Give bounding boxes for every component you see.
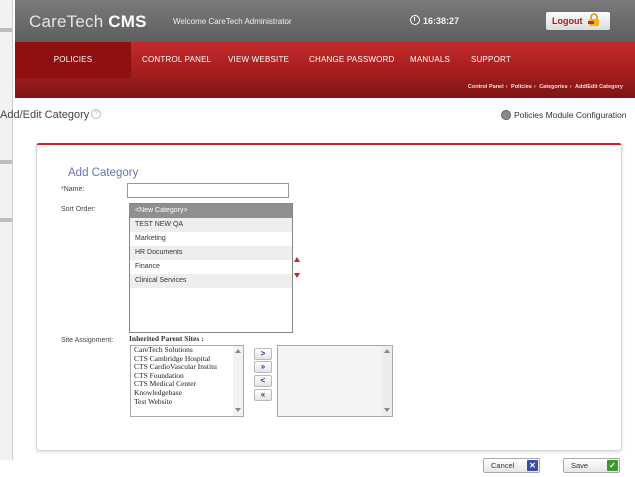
site-assignment-label: Site Assignment: (61, 337, 114, 344)
breadcrumb-bar: Control Panel › Policies › Categories › Add… (15, 78, 635, 98)
clock-icon (410, 15, 420, 25)
remove-site-button[interactable]: < (254, 375, 272, 387)
breadcrumb: Control Panel › Policies › Categories › Add… (467, 84, 623, 90)
save-button[interactable]: Save ✓ (563, 458, 620, 473)
app-logo: CareTech CMS (29, 12, 147, 31)
list-item[interactable]: Clinical Services (130, 274, 292, 288)
assigned-sites-list[interactable] (277, 345, 393, 417)
name-label-text: Name: (63, 186, 85, 193)
session-clock: 16:38:27 (410, 15, 459, 26)
tab-support[interactable]: SUPPORT (471, 42, 511, 78)
cancel-button[interactable]: Cancel ✕ (483, 458, 540, 473)
save-label: Save (571, 461, 589, 470)
name-input[interactable] (127, 183, 289, 198)
page-title-row: Add/Edit Category? (0, 109, 102, 121)
gear-icon (501, 110, 511, 120)
breadcrumb-policies[interactable]: Policies (511, 84, 532, 90)
inherited-sites-title: Inherited Parent Sites : (129, 334, 204, 343)
breadcrumb-control-panel[interactable]: Control Panel (468, 84, 504, 90)
list-item[interactable]: HR Documents (130, 246, 292, 260)
scroll-down-icon[interactable] (384, 408, 390, 412)
module-config-link[interactable]: Policies Module Configuration (501, 110, 626, 120)
scroll-down-icon[interactable] (235, 408, 241, 412)
list-item[interactable]: TEST NEW QA (130, 218, 292, 232)
scrollbar[interactable] (233, 346, 243, 416)
scroll-up-icon[interactable] (384, 349, 390, 353)
scroll-up-icon[interactable] (235, 349, 241, 353)
page-title: Add/Edit Category (0, 109, 90, 121)
logout-button[interactable]: Logout (546, 12, 610, 30)
cancel-label: Cancel (491, 461, 515, 470)
checkmark-icon: ✓ (607, 460, 618, 471)
lock-icon (588, 13, 599, 26)
add-site-button[interactable]: > (254, 348, 272, 360)
main-nav: POLICIES CONTROL PANEL VIEW WEBSITE CHAN… (15, 42, 635, 78)
tab-policies[interactable]: POLICIES (15, 42, 131, 78)
breadcrumb-categories[interactable]: Categories (539, 84, 567, 90)
help-icon[interactable]: ? (91, 109, 102, 119)
logout-label: Logout (552, 16, 583, 26)
available-sites-list[interactable]: CareTech Solutions CTS Cambridge Hospita… (130, 345, 244, 417)
move-down-arrow-icon[interactable] (294, 273, 300, 278)
sort-order-label: Sort Order: (61, 206, 96, 213)
breadcrumb-current: Add/Edit Category (575, 84, 623, 90)
header-bar: CareTech CMS Welcome CareTech Administra… (15, 0, 635, 42)
tab-view-website[interactable]: VIEW WEBSITE (228, 42, 289, 78)
close-icon: ✕ (527, 460, 538, 471)
add-all-sites-button[interactable]: » (254, 361, 272, 373)
remove-all-sites-button[interactable]: « (254, 389, 272, 401)
sort-order-list[interactable]: <New Category> TEST NEW QA Marketing HR … (129, 203, 293, 333)
clock-time: 16:38:27 (423, 16, 460, 26)
welcome-message: Welcome CareTech Administrator (173, 17, 292, 26)
background-window-edge (0, 0, 13, 460)
tab-control-panel[interactable]: CONTROL PANEL (142, 42, 211, 78)
list-item[interactable]: Marketing (130, 232, 292, 246)
scrollbar[interactable] (382, 346, 392, 416)
list-item[interactable]: Finance (130, 260, 292, 274)
section-title: Add Category (68, 167, 139, 179)
move-up-arrow-icon[interactable] (294, 257, 300, 262)
tab-manuals[interactable]: MANUALS (410, 42, 450, 78)
name-label: *Name: (61, 186, 84, 193)
list-item[interactable]: <New Category> (130, 204, 292, 218)
module-config-label: Policies Module Configuration (514, 110, 627, 120)
tab-change-password[interactable]: CHANGE PASSWORD (309, 42, 395, 78)
list-item[interactable]: Test Website (131, 397, 243, 407)
